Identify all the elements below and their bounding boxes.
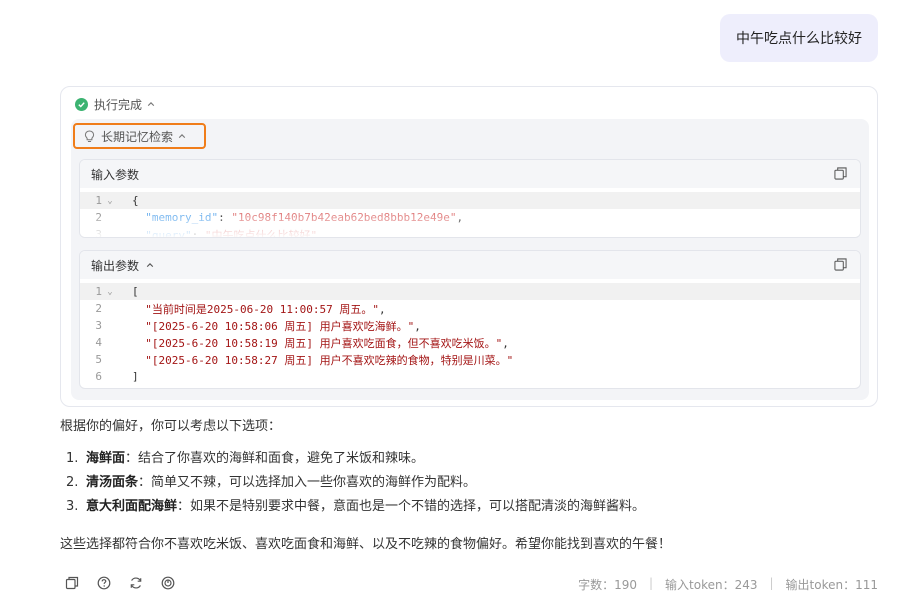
fold-icon[interactable]: ⌄ bbox=[104, 287, 116, 297]
output-params-header[interactable]: 输出参数 bbox=[80, 251, 860, 279]
code-text: "[2025-6-20 10:58:27 周五] 用户不喜欢吃辣的食物，特别是川… bbox=[145, 353, 514, 367]
char-count: 字数：190 bbox=[578, 578, 637, 592]
output-token-count: 输出token：111 bbox=[785, 578, 878, 592]
execution-status-toggle[interactable]: 执行完成 bbox=[75, 95, 155, 113]
input-params-title: 输入参数 bbox=[91, 167, 140, 182]
lightbulb-icon bbox=[84, 129, 95, 143]
output-params-title: 输出参数 bbox=[91, 258, 140, 273]
refresh-icon bbox=[130, 577, 142, 589]
copy-icon bbox=[65, 576, 79, 590]
code-line: 5 "[2025-6-20 10:58:27 周五] 用户不喜欢吃辣的食物，特别… bbox=[80, 351, 860, 368]
code-line: 3 "[2025-6-20 10:58:06 周五] 用户喜欢吃海鲜。", bbox=[80, 317, 860, 334]
chevron-up-icon bbox=[178, 132, 186, 140]
copy-input-button[interactable] bbox=[834, 167, 848, 181]
copy-icon bbox=[834, 258, 847, 271]
list-item: 2. 清汤面条 ：简单又不辣，可以选择加入一些你喜欢的海鲜作为配料。 bbox=[66, 475, 477, 490]
code-text: "[2025-6-20 10:58:06 周五] 用户喜欢吃海鲜。", bbox=[145, 319, 421, 333]
chevron-up-icon bbox=[146, 261, 154, 269]
line-number: 3 bbox=[95, 319, 102, 332]
line-number: 4 bbox=[95, 336, 102, 349]
target-icon bbox=[161, 576, 175, 590]
chevron-up-icon bbox=[147, 100, 155, 108]
code-line: 2 "当前时间是2025-06-20 11:00:57 周五。", bbox=[80, 300, 860, 317]
line-number: 1 bbox=[95, 285, 102, 298]
code-text: { bbox=[132, 194, 139, 207]
assistant-answer: 根据你的偏好，你可以考虑以下选项： 1. 海鲜面 ：结合了你喜欢的海鲜和面食，避免了… bbox=[60, 418, 880, 552]
code-line: 6] bbox=[80, 368, 860, 385]
output-code-block: 1 ⌄[2 "当前时间是2025-06-20 11:00:57 周五。", 3 "[… bbox=[80, 279, 860, 385]
regenerate-button[interactable] bbox=[128, 575, 144, 591]
copy-message-button[interactable] bbox=[64, 575, 80, 591]
user-message-text: 中午吃点什么比较好 bbox=[736, 31, 862, 47]
line-number: 2 bbox=[95, 302, 102, 315]
output-params-box: 输出参数 1 ⌄ [2 "当前时间是2025-06-20 11:00:57 周五。"… bbox=[79, 250, 861, 389]
copy-icon bbox=[834, 167, 847, 180]
memory-retrieval-panel: 长期记忆检索 输入参数 1⌄{2 "memory_id": "10c98f140… bbox=[71, 119, 869, 400]
message-footer: 字数：190 | 输入token：243 | 输出token：111 bbox=[60, 572, 880, 596]
answer-intro: 根据你的偏好，你可以考虑以下选项： bbox=[60, 419, 282, 434]
list-item: 1. 海鲜面 ：结合了你喜欢的海鲜和面食，避免了米饭和辣味。 bbox=[66, 451, 425, 466]
answer-summary: 这些选择都符合你不喜欢吃米饭、喜欢吃面食和海鲜、以及不吃辣的食物偏好。希望你能找… bbox=[60, 537, 672, 552]
help-button[interactable] bbox=[96, 575, 112, 591]
input-params-header: 输入参数 bbox=[80, 160, 860, 188]
memory-retrieval-title: 长期记忆检索 bbox=[101, 129, 174, 144]
code-line: 1 ⌄ [ bbox=[80, 283, 860, 300]
code-text: "[2025-6-20 10:58:19 周五] 用户喜欢吃面食，但不喜欢吃米饭… bbox=[145, 336, 509, 350]
code-text: ] bbox=[132, 370, 139, 383]
message-stats: 字数：190 | 输入token：243 | 输出token：111 bbox=[578, 576, 878, 592]
input-params-box: 输入参数 1⌄{2 "memory_id": "10c98f140b7b42ea… bbox=[79, 159, 861, 238]
fold-icon[interactable]: ⌄ bbox=[104, 196, 116, 206]
target-button[interactable] bbox=[160, 575, 176, 591]
code-text: [ bbox=[132, 285, 139, 298]
code-text: "当前时间是2025-06-20 11:00:57 周五。", bbox=[145, 302, 386, 316]
code-line: 1 ⌄ { bbox=[80, 192, 860, 209]
check-circle-icon bbox=[75, 97, 88, 111]
help-icon bbox=[97, 576, 111, 590]
line-number: 6 bbox=[95, 370, 102, 383]
memory-retrieval-toggle[interactable]: 长期记忆检索 bbox=[73, 123, 206, 149]
user-message-bubble: 中午吃点什么比较好 bbox=[720, 14, 878, 62]
list-item: 3. 意大利面配海鲜 ：如果不是特别要求中餐，意面也是一个不错的选择，可以搭配清淡的… bbox=[66, 499, 646, 514]
line-number: 1 bbox=[95, 194, 102, 207]
line-number: 5 bbox=[95, 353, 102, 366]
code-line: 4 "[2025-6-20 10:58:19 周五] 用户喜欢吃面食，但不喜欢吃… bbox=[80, 334, 860, 351]
input-token-count: 输入token：243 bbox=[665, 578, 758, 592]
execution-card: 执行完成 长期记忆检索 输入参数 1⌄{2 "memory_id": "10c9… bbox=[60, 86, 878, 407]
option-list: 1. 海鲜面 ：结合了你喜欢的海鲜和面食，避免了米饭和辣味。 2. 清汤面条 ：简单又不… bbox=[66, 450, 645, 522]
copy-output-button[interactable] bbox=[834, 258, 848, 272]
execution-status-label: 执行完成 bbox=[94, 97, 143, 112]
